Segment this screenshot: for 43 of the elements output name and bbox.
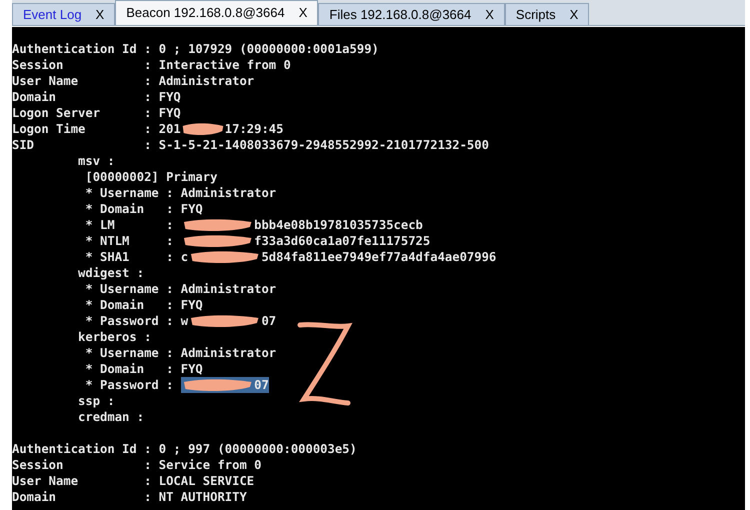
console-text: * NTLM : (84, 233, 174, 249)
console-text: [00000002] Primary (84, 169, 218, 185)
console-text: * Password : w (84, 313, 188, 329)
console-text: * SHA1 : c (84, 249, 188, 265)
console-text: Session : Service from 0 (12, 457, 262, 473)
console-text: * Username : Administrator (84, 281, 276, 297)
console-text: Authentication Id : 0 ; 107929 (00000000:0001a599) (12, 41, 379, 57)
console-text: 07 (261, 313, 276, 329)
console-text: Domain : FYQ (12, 89, 181, 105)
console-text: User Name : LOCAL SERVICE (12, 473, 254, 489)
close-button[interactable]: X (96, 4, 104, 24)
console-text: Domain : NT AUTHORITY (12, 489, 247, 505)
console-text: Authentication Id : 0 ; 997 (00000000:000003e5) (12, 441, 357, 457)
tab[interactable]: Event Log X (12, 3, 116, 25)
console-text: bbb4e08b19781035735cecb (254, 217, 423, 233)
console-text: * Domain : FYQ (84, 201, 203, 217)
redaction-scribble (180, 121, 225, 137)
console-text: kerberos : (77, 329, 152, 345)
tab[interactable]: Files 192.168.0.8@3664 X (318, 3, 505, 25)
console-text: Session : Interactive from 0 (12, 57, 291, 73)
console-text: * LM : (84, 217, 174, 233)
console-text: * Username : Administrator (84, 345, 276, 361)
console-text: SID : S-1-5-21-1408033679-2948552992-2101772132-500 (12, 137, 489, 153)
console-text: User Name : Administrator (12, 73, 254, 89)
console-text: * Domain : FYQ (84, 297, 203, 313)
console-text: 17:29:45 (224, 121, 284, 137)
console-text: * Domain : FYQ (84, 361, 203, 377)
tab[interactable]: Scripts X (504, 3, 590, 25)
console-text: Logon Time : 201 (12, 121, 181, 137)
console-text: * Password : (84, 377, 174, 393)
console-text: credman : (77, 409, 144, 425)
close-button[interactable]: X (485, 4, 494, 24)
console-text: * Username : Administrator (84, 185, 276, 201)
console-text: wdigest : (77, 265, 144, 281)
console-text: Logon Server : FYQ (12, 105, 181, 121)
close-button[interactable]: X (298, 3, 308, 23)
console-text: ssp : (77, 393, 115, 409)
console-text: 5d84fa811ee7949ef77a4dfa4ae07996 (261, 249, 496, 265)
console-text: f33a3d60ca1a07fe11175725 (254, 233, 430, 249)
console-text: 07 (254, 377, 269, 393)
console-text: msv : (77, 153, 115, 169)
close-button[interactable]: X (570, 4, 578, 24)
tab[interactable]: Beacon 192.168.0.8@3664 X (115, 0, 318, 25)
